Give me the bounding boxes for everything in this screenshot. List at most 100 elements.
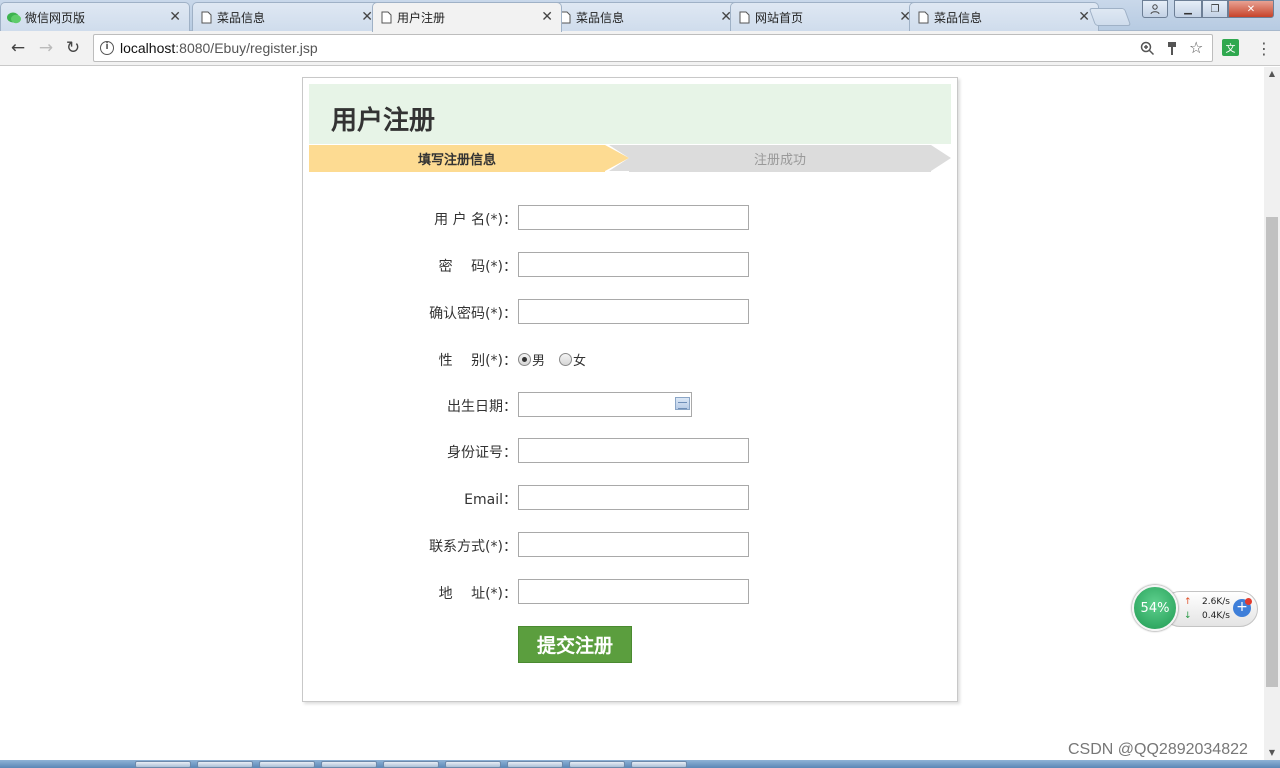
watermark: CSDN @QQ2892034822 [1068,741,1248,758]
birthdate-row: 出生日期： [303,392,959,418]
scroll-thumb[interactable] [1266,217,1278,687]
bookmark-star-icon[interactable]: ☆ [1189,38,1203,57]
tab-title: 菜品信息 [934,10,983,25]
taskbar-item[interactable] [321,761,377,768]
window-controls: ▁ ❐ ✕ [1142,0,1274,18]
gender-female-label: 女 [573,354,587,369]
page-icon [918,11,929,24]
gender-row: 性 别(*)： 男 女 [303,346,959,372]
tab-homepage[interactable]: 网站首页 ✕ [730,2,920,31]
net-speed-widget[interactable]: 54% ↑ 2.6K/s ↓ 0.4K/s + [1132,585,1258,631]
gender-female-radio[interactable] [559,353,573,366]
address-input[interactable] [518,579,749,604]
phone-row: 联系方式(*)： [303,532,959,558]
notification-dot [1245,598,1252,605]
taskbar-item[interactable] [445,761,501,768]
profile-icon[interactable] [1142,0,1168,18]
step-arrow [931,145,951,171]
page-title: 用户注册 [331,106,436,136]
page-scrollbar[interactable]: ▲ ▼ [1264,67,1280,760]
taskbar [0,760,1280,768]
reload-icon[interactable]: ↻ [63,38,83,58]
address-row: 地 址(*)： [303,579,959,605]
tab-title: 菜品信息 [576,10,625,25]
confirm-password-input[interactable] [518,299,749,324]
password-input[interactable] [518,252,749,277]
site-info-icon[interactable]: i [100,41,114,55]
taskbar-item[interactable] [197,761,253,768]
taskbar-item[interactable] [259,761,315,768]
close-icon[interactable]: ✕ [169,10,181,24]
page-icon [381,11,392,24]
gender-male-radio[interactable] [518,353,531,366]
close-icon[interactable]: ✕ [541,10,553,24]
forward-icon[interactable]: → [36,38,56,58]
idcard-input[interactable] [518,438,749,463]
zoom-icon[interactable] [1140,41,1155,56]
browser-toolbar: ← → ↻ i localhost:8080/Ebuy/register.jsp… [0,31,1280,66]
password-row: 密 码(*)： [303,252,959,278]
tab-register[interactable]: 用户注册 ✕ [372,2,562,32]
step-success: 注册成功 [629,145,931,172]
gender-options: 男 女 [518,350,600,369]
tab-title: 菜品信息 [217,10,266,25]
close-icon[interactable]: ✕ [1078,10,1090,24]
back-icon[interactable]: ← [8,38,28,58]
email-label: Email： [464,492,517,508]
idcard-row: 身份证号： [303,438,959,464]
birthdate-label: 出生日期： [447,399,517,415]
wechat-icon [7,12,21,24]
gender-male-label: 男 [532,354,546,369]
address-label: 地 址(*)： [438,586,517,602]
step-fill-info: 填写注册信息 [309,145,605,172]
url-text[interactable]: localhost:8080/Ebuy/register.jsp [120,40,318,56]
gender-label: 性 别(*)： [438,353,517,369]
confirm-password-label: 确认密码(*)： [429,306,517,322]
maximize-button[interactable]: ❐ [1202,0,1228,18]
download-arrow-icon: ↓ [1184,611,1192,621]
upload-arrow-icon: ↑ [1184,597,1192,607]
taskbar-item[interactable] [569,761,625,768]
tab-dish-info-1[interactable]: 菜品信息 ✕ [192,2,382,31]
username-label: 用 户 名(*)： [434,212,517,228]
submit-register-button[interactable]: 提交注册 [518,626,632,663]
scroll-up-icon[interactable]: ▲ [1264,67,1280,81]
panel-header: 用户注册 [309,84,951,144]
new-tab-button[interactable] [1088,8,1132,26]
translate-icon[interactable]: 文 [1222,39,1239,56]
usage-percent[interactable]: 54% [1132,585,1178,631]
taskbar-item[interactable] [631,761,687,768]
username-input[interactable] [518,205,749,230]
page-icon [739,11,750,24]
download-speed: 0.4K/s [1202,611,1230,621]
taskbar-item[interactable] [507,761,563,768]
confirm-password-row: 确认密码(*)： [303,299,959,325]
calendar-icon[interactable] [675,397,690,410]
tab-title: 微信网页版 [25,10,86,25]
password-label: 密 码(*)： [438,259,517,275]
phone-label: 联系方式(*)： [429,539,517,555]
email-row: Email： [303,485,959,511]
register-panel: 用户注册 填写注册信息 注册成功 用 户 名(*)： 密 码(*)： 确认密码(… [302,77,958,702]
step-notch [609,145,629,171]
minimize-button[interactable]: ▁ [1174,0,1202,18]
taskbar-item[interactable] [135,761,191,768]
page-icon [201,11,212,24]
tab-dish-info-3[interactable]: 菜品信息 ✕ [909,2,1099,31]
tab-dish-info-2[interactable]: 菜品信息 ✕ [551,2,741,31]
email-input[interactable] [518,485,749,510]
menu-icon[interactable]: ⋮ [1256,39,1272,58]
tab-wechat[interactable]: 微信网页版 ✕ [0,2,190,31]
tab-title: 用户注册 [397,11,446,25]
birthdate-input[interactable] [518,392,692,417]
step-indicator: 填写注册信息 注册成功 [309,145,951,172]
idcard-label: 身份证号： [447,445,517,461]
browser-tabstrip: 微信网页版 ✕ 菜品信息 ✕ 用户注册 ✕ 菜品信息 ✕ 网站首页 ✕ 菜品信息… [0,0,1280,32]
phone-input[interactable] [518,532,749,557]
close-window-button[interactable]: ✕ [1228,0,1274,18]
address-bar[interactable]: i localhost:8080/Ebuy/register.jsp ☆ [93,34,1213,62]
scroll-down-icon[interactable]: ▼ [1264,746,1280,760]
upload-speed: 2.6K/s [1202,597,1230,607]
key-icon[interactable] [1167,41,1177,56]
taskbar-item[interactable] [383,761,439,768]
